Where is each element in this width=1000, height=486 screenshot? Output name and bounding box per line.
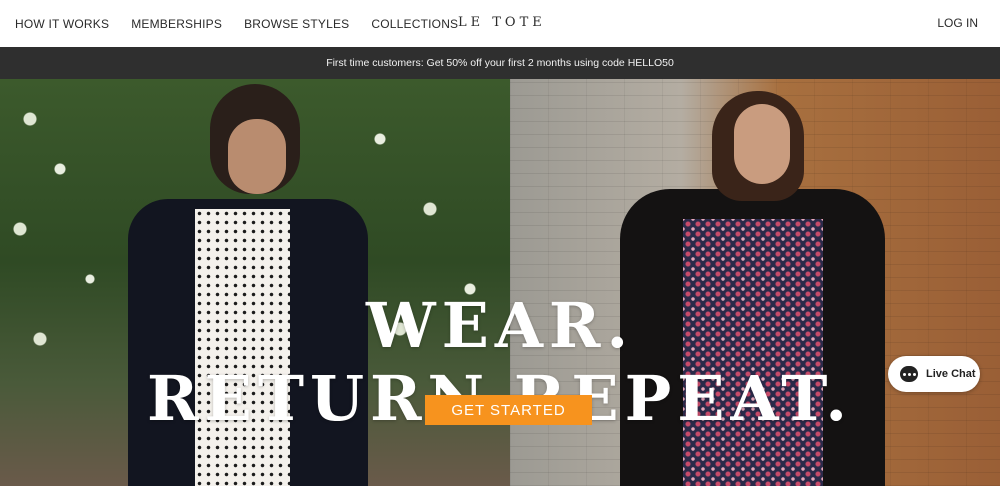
promo-text: First time customers: Get 50% off your f… bbox=[326, 57, 674, 69]
nav-link-browse-styles[interactable]: BROWSE STYLES bbox=[244, 17, 349, 31]
nav-link-how-it-works[interactable]: HOW IT WORKS bbox=[15, 17, 109, 31]
nav-link-collections[interactable]: COLLECTIONS bbox=[371, 17, 458, 31]
promo-banner: First time customers: Get 50% off your f… bbox=[0, 47, 1000, 79]
main-menu: HOW IT WORKS MEMBERSHIPS BROWSE STYLES C… bbox=[0, 17, 480, 31]
model-left-face bbox=[228, 119, 286, 194]
nav-link-memberships[interactable]: MEMBERSHIPS bbox=[131, 17, 222, 31]
model-right-face bbox=[734, 104, 790, 184]
live-chat-label: Live Chat bbox=[926, 368, 976, 380]
hero-banner: WEAR. RETURN.REPEAT. GET STARTED bbox=[0, 79, 1000, 486]
top-navigation: HOW IT WORKS MEMBERSHIPS BROWSE STYLES C… bbox=[0, 0, 1000, 47]
chat-bubble-icon bbox=[900, 366, 918, 382]
get-started-button[interactable]: GET STARTED bbox=[425, 395, 592, 425]
live-chat-button[interactable]: Live Chat bbox=[888, 356, 980, 392]
brand-logo[interactable]: LE TOTE bbox=[458, 15, 546, 30]
login-link[interactable]: LOG IN bbox=[937, 16, 978, 30]
